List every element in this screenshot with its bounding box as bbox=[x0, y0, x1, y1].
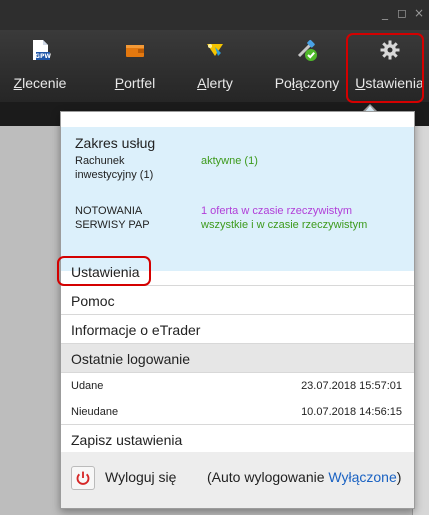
order-document-icon: GPW bbox=[33, 40, 51, 60]
toolbar-settings-button[interactable]: Ustawienia bbox=[350, 30, 429, 102]
toolbar-wallet-button[interactable]: Portfel bbox=[100, 30, 170, 102]
logout-bar: Wyloguj się (Auto wylogowanie Wyłączone) bbox=[61, 452, 414, 508]
window-titlebar: _ ◻ × bbox=[0, 0, 429, 30]
close-icon[interactable]: × bbox=[414, 6, 424, 20]
login-failed-label: Nieudane bbox=[71, 406, 119, 418]
logout-button[interactable] bbox=[71, 466, 95, 490]
restore-icon[interactable]: ◻ bbox=[397, 6, 407, 20]
login-success-label: Udane bbox=[71, 380, 104, 392]
toolbar-alerts-button[interactable]: Alerty bbox=[180, 30, 250, 102]
quotes-label: NOTOWANIA bbox=[75, 205, 143, 217]
login-failed-row: Nieudane 10.07.2018 14:56:15 bbox=[61, 399, 414, 425]
service-scope-panel: Zakres usług Rachunek inwestycyjny (1) a… bbox=[61, 127, 414, 271]
login-failed-date: 10.07.2018 14:56:15 bbox=[301, 406, 402, 418]
settings-dropdown: Zakres usług Rachunek inwestycyjny (1) a… bbox=[60, 111, 415, 509]
menu-item-help[interactable]: Pomoc bbox=[61, 286, 414, 315]
menu-item-settings[interactable]: Ustawienia bbox=[61, 257, 414, 286]
menu-item-save-settings[interactable]: Zapisz ustawienia bbox=[61, 425, 414, 454]
logout-label[interactable]: Wyloguj się bbox=[105, 469, 176, 485]
service-scope-title: Zakres usług bbox=[75, 135, 156, 151]
minimize-icon[interactable]: _ bbox=[382, 6, 388, 20]
power-icon bbox=[76, 471, 90, 485]
toolbar-order-button[interactable]: GPW Zlecenie bbox=[0, 30, 80, 102]
wallet-icon bbox=[126, 45, 144, 57]
account-label-2: inwestycyjny (1) bbox=[75, 169, 154, 181]
quotes-value: 1 oferta w czasie rzeczywistym bbox=[201, 205, 352, 217]
auto-logout-info: (Auto wylogowanie Wyłączone) bbox=[207, 469, 402, 485]
account-label: Rachunek bbox=[75, 155, 125, 167]
login-success-date: 23.07.2018 15:57:01 bbox=[301, 380, 402, 392]
auto-logout-value[interactable]: Wyłączone bbox=[328, 469, 396, 485]
pap-value: wszystkie i w czasie rzeczywistym bbox=[201, 219, 368, 231]
svg-text:GPW: GPW bbox=[35, 53, 51, 60]
toolbar-connection-status[interactable]: Połączony bbox=[266, 30, 348, 102]
account-value: aktywne (1) bbox=[201, 155, 258, 167]
connection-icon bbox=[297, 39, 317, 61]
last-login-header: Ostatnie logowanie bbox=[61, 344, 414, 373]
alert-icon bbox=[207, 44, 223, 56]
login-success-row: Udane 23.07.2018 15:57:01 bbox=[61, 373, 414, 399]
gear-icon bbox=[380, 40, 399, 60]
pap-label: SERWISY PAP bbox=[75, 219, 150, 231]
main-toolbar: GPW Zlecenie Portfel Alerty Połączony Us… bbox=[0, 30, 429, 102]
menu-item-about[interactable]: Informacje o eTrader bbox=[61, 315, 414, 344]
